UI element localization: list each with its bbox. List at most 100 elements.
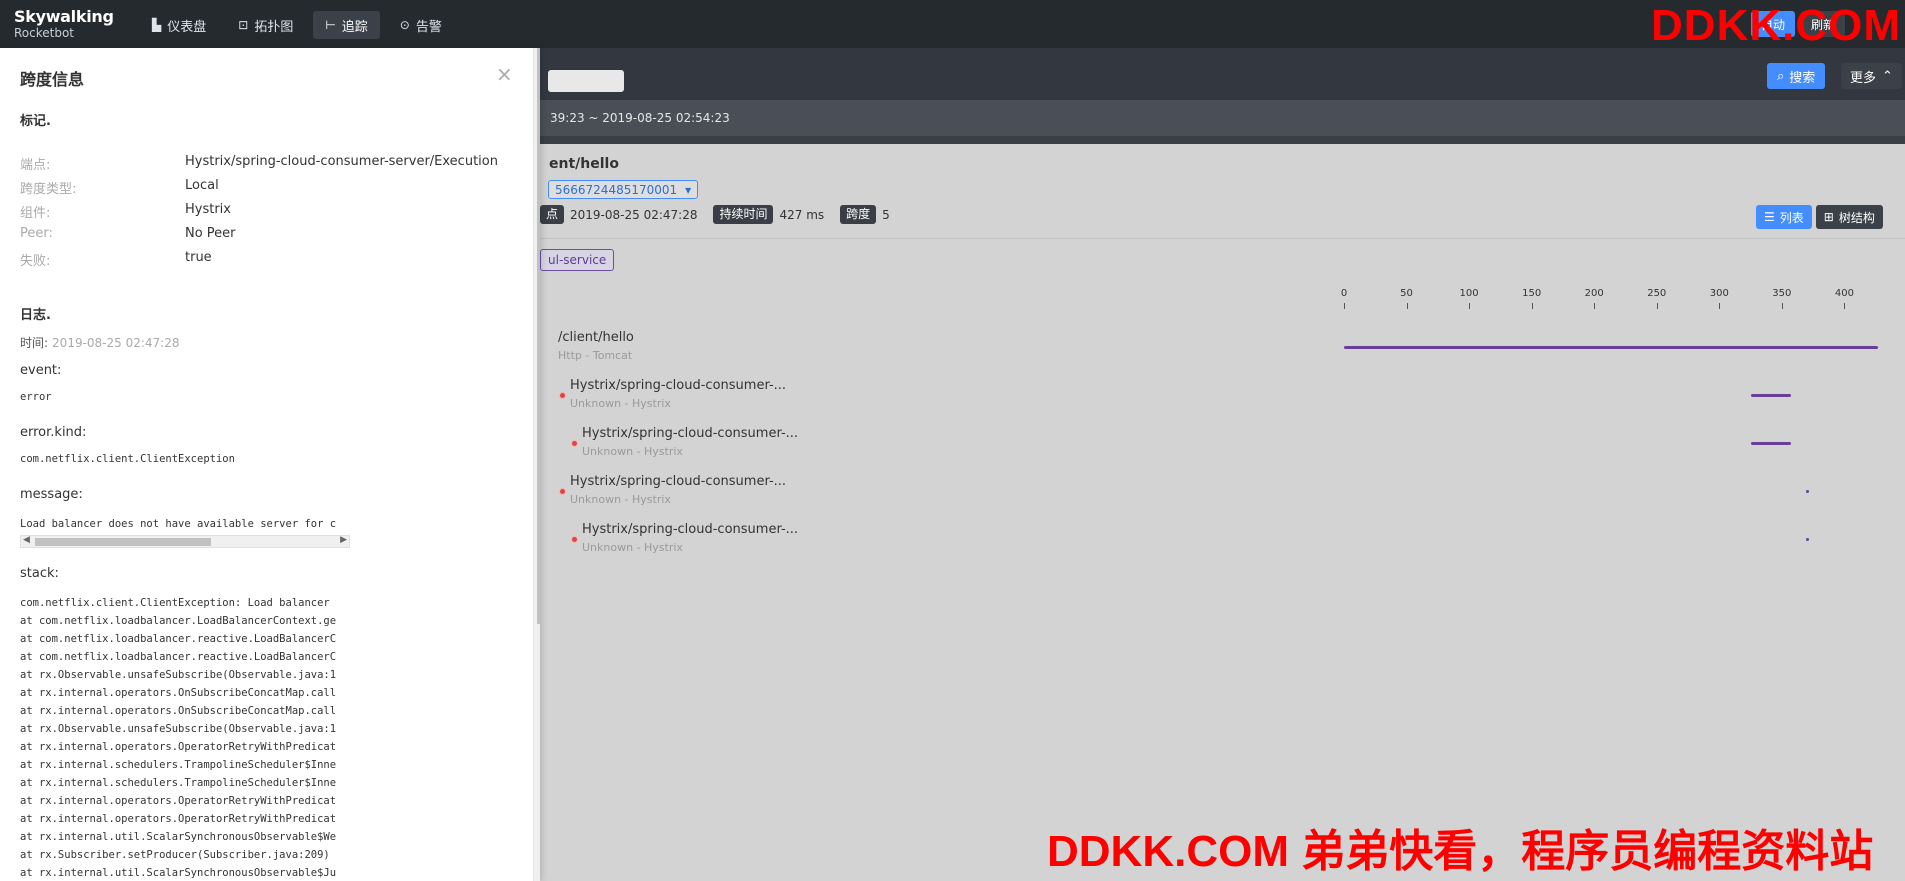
error-dot-icon [571, 440, 578, 447]
span-duration-bar[interactable] [1750, 442, 1791, 445]
logo[interactable]: Skywalking Rocketbot [14, 7, 114, 40]
scroll-right-icon[interactable]: ▶ [340, 535, 347, 545]
span-name: /client/hello [558, 330, 634, 345]
nav-item-3[interactable]: ⊙ 告警 [388, 11, 454, 39]
span-duration-bar[interactable] [1750, 394, 1791, 397]
axis-tick [1344, 303, 1345, 309]
tree-icon: ⊞ [1823, 210, 1834, 224]
log-message-box: Load balancer does not have available se… [20, 514, 350, 548]
more-button[interactable]: 更多 ⌃ [1841, 63, 1902, 89]
start-time-value: 2019-08-25 02:47:28 [570, 207, 698, 222]
nav-item-0[interactable]: ▙ 仪表盘 [140, 11, 218, 39]
tag-key: 失败: [20, 254, 51, 269]
more-button-label: 更多 [1850, 70, 1877, 86]
log-time-value: 2019-08-25 02:47:28 [52, 336, 180, 350]
logs-section-title: 日志. [20, 308, 51, 323]
scrollbar-thumb[interactable] [35, 538, 211, 546]
chevron-up-icon: ⌃ [1882, 68, 1893, 84]
search-input[interactable] [548, 70, 624, 92]
log-kind-value: com.netflix.client.ClientException [20, 453, 235, 465]
span-name: Hystrix/spring-cloud-consumer-... [582, 522, 799, 537]
stack-line: com.netflix.client.ClientException: Load… [20, 597, 330, 609]
span-info-drawer: 跨度信息 × 标记. 端点: Hystrix/spring-cloud-consu… [0, 48, 540, 881]
log-event-value: error [20, 391, 52, 403]
axis-tick [1594, 303, 1596, 309]
service-tag[interactable]: ul-service [540, 249, 615, 271]
stack-line: at com.netflix.loadbalancer.reactive.Loa… [20, 633, 337, 645]
tree-view-button[interactable]: ⊞ 树结构 [1815, 205, 1883, 229]
watermark-bottom: DDKK.COM 弟弟快看，程序员编程资料站 [1047, 827, 1874, 876]
nav-item-2[interactable]: ⊢ 追踪 [313, 11, 380, 39]
nav-item-label: 追踪 [341, 19, 368, 35]
scroll-left-icon[interactable]: ◀ [23, 535, 30, 545]
error-dot-icon [571, 536, 578, 543]
topology-icon: ⊡ [238, 18, 249, 32]
close-icon[interactable]: × [496, 62, 513, 86]
nav-item-1[interactable]: ⊡ 拓扑图 [226, 11, 305, 39]
alarm-icon: ⊙ [399, 18, 410, 32]
divider [540, 238, 1905, 239]
span-subtitle: Unknown - Hystrix [570, 493, 671, 506]
span-duration-bar[interactable] [1344, 346, 1879, 349]
span-duration-bar[interactable] [1805, 538, 1809, 541]
stack-line: at rx.internal.operators.OnSubscribeConc… [20, 687, 337, 699]
stack-line: at rx.Observable.unsafeSubscribe(Observa… [20, 669, 337, 681]
trace-id-select[interactable]: 5666724485170001 ▾ [548, 180, 699, 199]
stack-line: at com.netflix.loadbalancer.reactive.Loa… [20, 651, 337, 663]
main-nav: ▙ 仪表盘 ⊡ 拓扑图 ⊢ 追踪 ⊙ 告警 [140, 11, 454, 39]
drawer-scrollbar-thumb[interactable] [537, 48, 540, 624]
axis-tick-label: 100 [1459, 288, 1479, 299]
tag-key: 端点: [20, 158, 51, 173]
axis-tick [1781, 303, 1783, 309]
trace-icon: ⊢ [325, 18, 336, 32]
log-kind-key: error.kind: [20, 425, 87, 440]
axis-tick [1469, 303, 1471, 309]
stack-line: at rx.internal.operators.OperatorRetryWi… [20, 795, 337, 807]
tag-key: Peer: [20, 226, 53, 241]
span-name: Hystrix/spring-cloud-consumer-... [582, 426, 799, 441]
axis-tick-label: 50 [1400, 288, 1413, 299]
tag-value: true [185, 250, 212, 265]
span-name: Hystrix/spring-cloud-consumer-... [570, 474, 787, 489]
tag-value: Hystrix [185, 202, 231, 217]
list-icon: ☰ [1764, 210, 1775, 224]
top-navbar: Skywalking Rocketbot ▙ 仪表盘 ⊡ 拓扑图 ⊢ 追踪 ⊙ 告警 自动 刷… [0, 0, 1905, 48]
axis-tick-label: 150 [1522, 288, 1542, 299]
log-stack-box: com.netflix.client.ClientException: Load… [20, 594, 350, 881]
search-button-label: 搜索 [1789, 70, 1816, 86]
caret-down-icon: ▾ [685, 182, 692, 197]
axis-tick-label: 400 [1834, 288, 1854, 299]
axis-tick [1844, 303, 1846, 309]
axis-tick-label: 0 [1340, 288, 1348, 299]
search-button[interactable]: ⌕ 搜索 [1767, 63, 1826, 89]
logo-title: Skywalking [14, 7, 114, 26]
span-subtitle: Unknown - Hystrix [582, 445, 683, 458]
span-subtitle: Unknown - Hystrix [582, 541, 683, 554]
axis-tick-label: 350 [1772, 288, 1792, 299]
timeline-axis: 0 50 100 150 200 250 300 350 400 [1340, 288, 1888, 309]
stack-line: at rx.Observable.unsafeSubscribe(Observa… [20, 723, 337, 735]
tag-key: 组件: [20, 206, 51, 221]
axis-tick [1656, 303, 1658, 309]
error-dot-icon [559, 488, 566, 495]
duration-tag: 持续时间 [713, 205, 774, 224]
tag-key: 跨度类型: [20, 182, 77, 197]
axis-tick-label: 300 [1709, 288, 1729, 299]
start-time-tag: 点 [540, 205, 565, 224]
axis-tick [1406, 303, 1408, 309]
drawer-title: 跨度信息 [20, 70, 85, 89]
spans-value: 5 [882, 207, 890, 222]
view-toggle: ☰ 列表 ⊞ 树结构 [1756, 205, 1883, 229]
tag-value: Local [185, 178, 219, 193]
stack-line: at rx.internal.util.ScalarSynchronousObs… [20, 867, 337, 879]
drawer-vertical-scrollbar[interactable] [533, 48, 540, 881]
span-duration-bar[interactable] [1805, 490, 1809, 493]
logo-subtitle: Rocketbot [14, 26, 75, 40]
list-view-button[interactable]: ☰ 列表 [1756, 205, 1812, 229]
time-range-text: 39:23 ~ 2019-08-25 02:54:23 [550, 111, 730, 125]
log-event-key: event: [20, 363, 62, 378]
trace-id-value: 5666724485170001 [555, 182, 678, 197]
horizontal-scrollbar[interactable]: ◀ ▶ [20, 535, 350, 548]
stack-line: at rx.internal.operators.OnSubscribeConc… [20, 705, 337, 717]
stack-line: at rx.internal.schedulers.TrampolineSche… [20, 777, 337, 789]
